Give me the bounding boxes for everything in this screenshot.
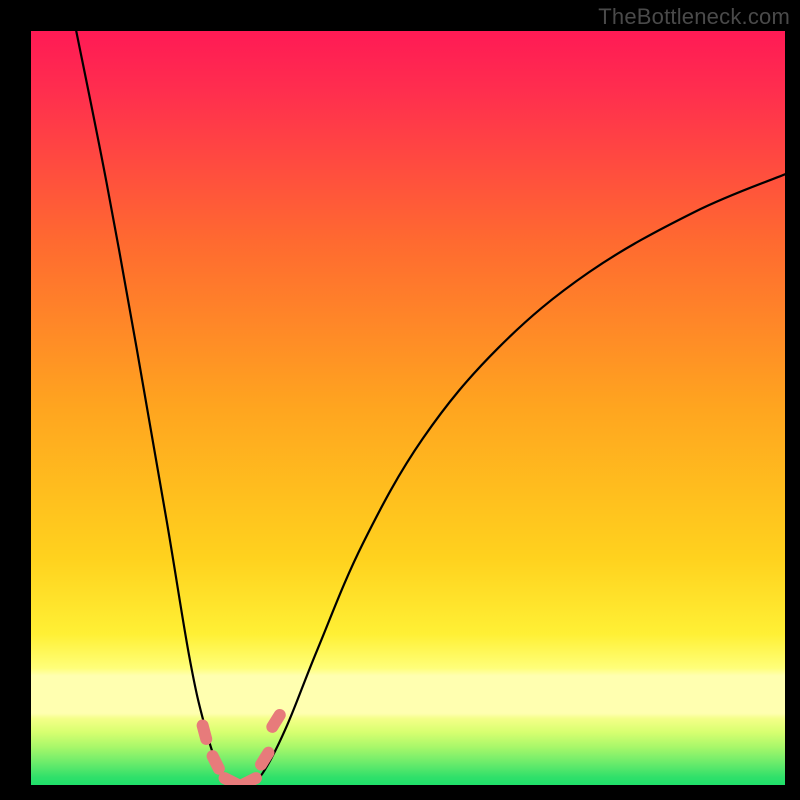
gradient-plot-bg xyxy=(31,31,785,785)
watermark-text: TheBottleneck.com xyxy=(598,4,790,30)
chart-svg xyxy=(0,0,800,800)
chart-frame: { "watermark": "TheBottleneck.com", "col… xyxy=(0,0,800,800)
